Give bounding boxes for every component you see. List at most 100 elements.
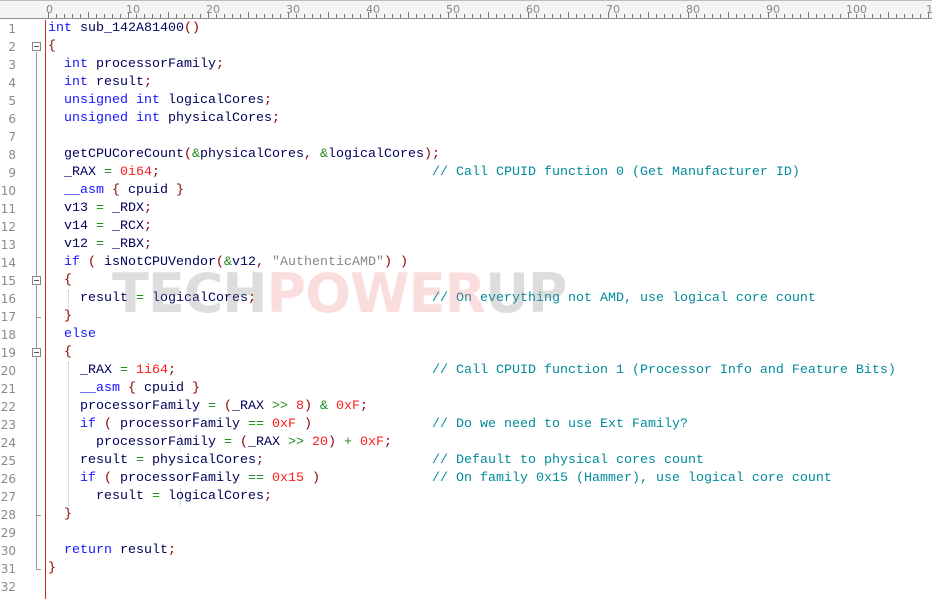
code-line[interactable]: return result; xyxy=(48,542,176,560)
ruler-tick xyxy=(384,14,385,18)
code-line[interactable]: } xyxy=(48,308,72,326)
code-token-op: == xyxy=(239,471,272,486)
code-line[interactable]: int sub_142A81400() xyxy=(48,20,200,38)
ruler-label: 80 xyxy=(686,3,700,16)
code-comment: // Default to physical cores count xyxy=(432,453,704,468)
code-line[interactable]: int processorFamily; xyxy=(48,56,224,74)
code-line[interactable]: if ( processorFamily == 0x15 ) // On fami… xyxy=(48,470,832,488)
fold-toggle-icon[interactable] xyxy=(32,276,41,285)
ruler-tick xyxy=(200,14,201,18)
code-token-pun: ( xyxy=(223,399,232,414)
indent-guide xyxy=(180,434,181,452)
ruler-tick xyxy=(416,14,417,18)
ruler-tick xyxy=(424,14,425,18)
code-token-pun: ) xyxy=(303,471,320,486)
ruler-tick xyxy=(800,14,801,18)
code-line[interactable]: _RAX = 0i64; // Call CPUID function 0 (Ge… xyxy=(48,164,800,182)
code-token-pun: ; xyxy=(263,93,272,108)
ruler-label: 10 xyxy=(126,3,140,16)
ruler-tick xyxy=(344,14,345,18)
ruler-tick xyxy=(816,14,817,18)
code-token-kw: if xyxy=(48,255,80,270)
ruler-tick xyxy=(664,14,665,18)
line-number: 23 xyxy=(0,418,16,432)
code-token-op: = xyxy=(127,291,152,306)
ruler-tick xyxy=(704,14,705,18)
line-number: 4 xyxy=(8,76,16,90)
code-line[interactable]: getCPUCoreCount(&physicalCores, &logical… xyxy=(48,146,440,164)
ruler-label: 100 xyxy=(846,3,867,16)
code-line[interactable]: result = logicalCores; // On everything n… xyxy=(48,290,816,308)
ruler-tick xyxy=(584,14,585,18)
line-number-gutter: 1 2 3 4 5 6 7 8 9 10 11 12 13 14 15 16 17 18 19 20 21 22 23 24 2… xyxy=(0,20,45,599)
code-line[interactable]: { xyxy=(48,38,56,56)
code-token-kw: unsigned int xyxy=(48,93,160,108)
code-line[interactable]: v12 = _RBX; xyxy=(48,236,152,254)
ruler-tick xyxy=(808,12,809,18)
code-token-pun: ( xyxy=(80,255,104,270)
code-line[interactable]: unsigned int logicalCores; xyxy=(48,92,272,110)
code-line[interactable]: result = logicalCores; xyxy=(48,488,272,506)
code-token-kw: __asm xyxy=(48,381,120,396)
code-token-pun: ) xyxy=(327,435,336,450)
ruler-tick xyxy=(728,12,729,18)
column-ruler: 0 10 20 30 40 50 60 70 80 90 100 11 xyxy=(0,0,932,19)
ruler-tick xyxy=(656,14,657,18)
fold-toggle-icon[interactable] xyxy=(32,348,41,357)
code-token-id: result xyxy=(112,543,168,558)
line-number: 17 xyxy=(0,310,16,324)
code-token-id: _RAX xyxy=(247,435,280,450)
code-line[interactable]: if ( isNotCPUVendor(&v12, "AuthenticAMD"… xyxy=(48,254,408,272)
ruler-tick xyxy=(440,14,441,18)
ruler-tick xyxy=(56,14,57,18)
code-line[interactable]: processorFamily = (_RAX >> 8) & 0xF; xyxy=(48,398,368,416)
code-token-kw: if xyxy=(48,471,96,486)
ruler-tick xyxy=(400,14,401,18)
ruler-tick xyxy=(632,14,633,18)
ruler-tick xyxy=(112,14,113,18)
ruler-tick xyxy=(920,14,921,18)
code-token-pun: ; xyxy=(168,363,176,378)
fold-toggle-icon[interactable] xyxy=(32,42,41,51)
code-line[interactable]: } xyxy=(48,560,56,578)
code-line[interactable]: if ( processorFamily == 0xF ) // Do we ne… xyxy=(48,416,688,434)
code-token-id: v12 xyxy=(48,237,88,252)
code-line[interactable]: result = physicalCores; // Default to phy… xyxy=(48,452,704,470)
code-token-num: 0xF xyxy=(335,399,360,414)
code-token-id: isNotCPUVendor xyxy=(104,255,216,270)
code-token-id: result xyxy=(48,291,128,306)
code-line[interactable]: unsigned int physicalCores; xyxy=(48,110,280,128)
code-token-pun: ( xyxy=(239,435,248,450)
ruler-tick xyxy=(184,14,185,18)
code-line[interactable]: int result; xyxy=(48,74,152,92)
fold-end-marker xyxy=(36,317,41,318)
ruler-tick xyxy=(248,12,249,18)
code-line[interactable]: processorFamily = (_RAX >> 20) + 0xF; xyxy=(48,434,392,452)
ruler-tick xyxy=(272,14,273,18)
code-comment: // Call CPUID function 1 (Processor Info… xyxy=(432,363,896,378)
code-token-id: result xyxy=(48,489,144,504)
line-number: 25 xyxy=(0,454,16,468)
code-token-pun: ) ) xyxy=(383,255,408,270)
code-token-pun: { xyxy=(48,345,72,360)
code-line[interactable]: { xyxy=(48,344,72,362)
ruler-tick xyxy=(648,12,649,18)
code-line[interactable]: v13 = _RDX; xyxy=(48,200,152,218)
code-token-id: _RCX xyxy=(112,219,144,234)
code-line[interactable]: v14 = _RCX; xyxy=(48,218,152,236)
code-token-id: v13 xyxy=(48,201,88,216)
ruler-tick xyxy=(752,14,753,18)
ruler-label: 20 xyxy=(206,3,220,16)
code-line[interactable]: __asm { cpuid } xyxy=(48,182,184,200)
code-token-id: logicalCores xyxy=(327,147,424,162)
code-line[interactable]: } xyxy=(48,506,72,524)
code-line[interactable]: else xyxy=(48,326,96,344)
code-token-pun: ); xyxy=(423,147,440,162)
ruler-tick xyxy=(592,14,593,18)
ruler-tick xyxy=(264,14,265,18)
code-token-op: + xyxy=(335,435,360,450)
code-line[interactable]: __asm { cpuid } xyxy=(48,380,200,398)
ruler-tick xyxy=(888,12,889,18)
code-line[interactable]: { xyxy=(48,272,72,290)
line-number: 3 xyxy=(8,58,16,72)
